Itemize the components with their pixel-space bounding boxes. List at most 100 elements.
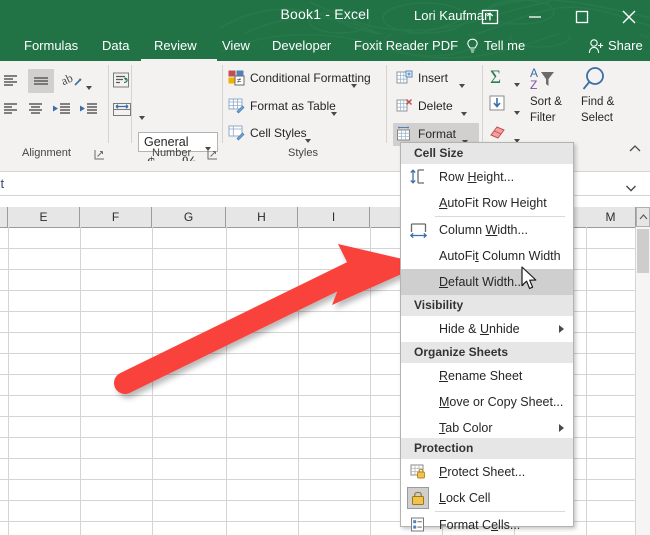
format-as-table-label: Format as Table: [250, 99, 336, 113]
menu-section-header-cell-size: Cell Size: [401, 143, 573, 164]
cell-styles-button[interactable]: Cell Styles: [228, 125, 245, 143]
close-icon[interactable]: [608, 0, 650, 34]
alignment-dialog-launcher[interactable]: [94, 147, 105, 158]
group-separator-4: [386, 65, 387, 143]
tab-foxit-reader-pdf[interactable]: Foxit Reader PDF: [354, 38, 458, 53]
menu-item-autofit-column-width[interactable]: AutoFit Column Width: [401, 243, 573, 269]
conditional-formatting-caret-icon[interactable]: [351, 77, 357, 95]
menu-item-column-width[interactable]: Column Width...: [401, 217, 573, 243]
menu-section-header-organize-sheets: Organize Sheets: [401, 342, 573, 363]
menu-item-protect-sheet[interactable]: Protect Sheet...: [401, 459, 573, 485]
find-and-select-button[interactable]: Find & Select: [582, 65, 614, 98]
svg-text:≠: ≠: [237, 76, 242, 85]
vertical-scrollbar[interactable]: [635, 227, 650, 535]
menu-item-rename-sheet[interactable]: Rename Sheet: [401, 363, 573, 389]
menu-section-header-visibility: Visibility: [401, 295, 573, 316]
share-button[interactable]: Share: [588, 38, 643, 53]
align-middle-icon[interactable]: [31, 73, 51, 94]
menu-item-autofit-row-height[interactable]: AutoFit Row Height: [401, 190, 573, 216]
align-top-icon[interactable]: [2, 73, 20, 94]
menu-item-label: Hide & Unhide: [439, 316, 520, 342]
tab-view[interactable]: View: [222, 38, 250, 53]
menu-item-default-width[interactable]: Default Width...: [401, 269, 573, 295]
column-header-i[interactable]: I: [298, 207, 370, 227]
menu-item-lock-cell[interactable]: Lock Cell: [401, 485, 573, 511]
orientation-caret-icon[interactable]: [86, 79, 92, 97]
tab-data[interactable]: Data: [102, 38, 129, 53]
gridline-v: [370, 227, 371, 535]
menu-item-label: Row Height...: [439, 164, 514, 190]
align-left-icon[interactable]: [2, 101, 20, 122]
gridline-v: [298, 227, 299, 535]
find-select-line2: Select: [581, 112, 613, 124]
menu-item-label: Move or Copy Sheet...: [439, 389, 563, 415]
tab-developer[interactable]: Developer: [272, 38, 331, 53]
menu-item-label: Rename Sheet: [439, 363, 522, 389]
conditional-formatting-button[interactable]: ≠ Conditional Formatting: [228, 70, 245, 88]
collapse-ribbon-icon[interactable]: [628, 142, 642, 160]
insert-label: Insert: [418, 71, 448, 85]
share-label: Share: [608, 38, 643, 53]
maximize-icon[interactable]: [562, 0, 602, 34]
tab-formulas[interactable]: Formulas: [24, 38, 78, 53]
cell-styles-label: Cell Styles: [250, 126, 307, 140]
fill-caret-icon[interactable]: [514, 104, 520, 122]
insert-caret-icon[interactable]: [459, 77, 465, 95]
format-as-table-caret-icon[interactable]: [331, 105, 337, 123]
menu-item-label: Format Cells...: [439, 512, 520, 535]
menu-item-row-height[interactable]: Row Height...: [401, 164, 573, 190]
format-as-table-button[interactable]: Format as Table: [228, 98, 245, 116]
menu-item-move-or-copy-sheet[interactable]: Move or Copy Sheet...: [401, 389, 573, 415]
sort-filter-line2: Filter: [530, 112, 556, 124]
group-separator-1: [108, 65, 109, 143]
gridline-v: [226, 227, 227, 535]
column-width-icon: [409, 221, 429, 239]
delete-label: Delete: [418, 99, 453, 113]
menu-item-label: Default Width...: [439, 269, 524, 295]
decrease-indent-icon[interactable]: [52, 101, 72, 122]
ribbon-display-options-icon[interactable]: [470, 0, 510, 34]
column-header-e[interactable]: E: [8, 207, 80, 227]
align-center-icon[interactable]: [27, 101, 45, 122]
menu-item-label: AutoFit Column Width: [439, 243, 561, 269]
tell-me-label: Tell me: [484, 38, 525, 53]
minimize-icon[interactable]: [515, 0, 555, 34]
lightbulb-icon: [466, 38, 479, 55]
delete-cells-button[interactable]: Delete: [396, 98, 413, 116]
menu-item-hide-and-unhide[interactable]: Hide & Unhide: [401, 316, 573, 342]
orientation-icon[interactable]: ab: [62, 71, 84, 96]
gridline-v: [80, 227, 81, 535]
sort-and-filter-button[interactable]: A Z Sort & Filter: [530, 65, 566, 98]
find-select-line1: Find &: [581, 96, 614, 108]
expand-formula-bar-icon[interactable]: [625, 180, 637, 198]
scrollbar-thumb[interactable]: [637, 229, 649, 273]
wrap-text-icon[interactable]: [112, 71, 132, 95]
tab-review[interactable]: Review: [154, 38, 197, 53]
tell-me-box[interactable]: Tell me: [466, 38, 525, 53]
insert-cells-button[interactable]: Insert: [396, 70, 413, 88]
fill-down-icon: [489, 95, 507, 113]
group-separator-5: [482, 65, 483, 143]
column-header-g[interactable]: G: [152, 207, 226, 227]
delete-cells-icon: [396, 98, 413, 114]
group-separator-3: [222, 65, 223, 143]
number-dialog-launcher[interactable]: [207, 147, 218, 158]
column-header-f[interactable]: F: [80, 207, 152, 227]
column-header-h[interactable]: H: [226, 207, 298, 227]
formula-bar-value: xt: [0, 176, 4, 191]
autosum-caret-icon[interactable]: [514, 76, 520, 94]
menu-item-format-cells[interactable]: Format Cells...: [401, 512, 573, 535]
column-header-partial[interactable]: [0, 207, 8, 227]
column-header-m[interactable]: M: [586, 207, 636, 227]
delete-caret-icon[interactable]: [461, 105, 467, 123]
format-cells-icon: [396, 126, 413, 142]
submenu-arrow-icon: [559, 325, 564, 333]
excel-window: Book1 - Excel Lori Kaufman Formulas: [0, 0, 650, 535]
merge-caret-icon[interactable]: [139, 109, 145, 127]
scroll-up-button[interactable]: [636, 207, 650, 227]
magnifier-icon: [582, 65, 614, 93]
fill-button[interactable]: [489, 95, 507, 118]
styles-group-label: Styles: [288, 147, 318, 159]
increase-indent-icon[interactable]: [79, 101, 99, 122]
menu-item-label: AutoFit Row Height: [439, 190, 547, 216]
